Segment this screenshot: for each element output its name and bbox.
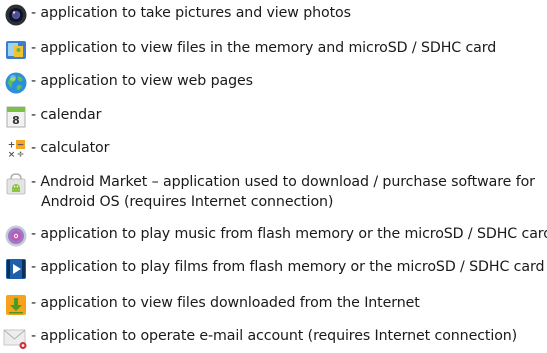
calc-times: ×	[8, 150, 16, 160]
item-description: - application to take pictures and view …	[31, 5, 351, 21]
list-item-music: - application to play music from flash m…	[0, 224, 547, 248]
item-description-cont: Android OS (requires Internet connection…	[41, 194, 334, 210]
calc-minus: −	[17, 141, 25, 151]
camera-icon	[3, 3, 29, 27]
item-description: - calculator	[31, 140, 110, 156]
list-item-video: - application to play films from flash m…	[0, 257, 547, 281]
item-description: - application to play music from flash m…	[31, 226, 547, 242]
calculator-icon: + − × ÷	[3, 138, 29, 162]
file-manager-icon	[3, 38, 29, 62]
item-description: - application to view files in the memor…	[31, 40, 497, 56]
browser-globe-icon	[3, 71, 29, 95]
downloads-icon	[3, 293, 29, 317]
item-description: - calendar	[31, 107, 102, 123]
email-icon	[3, 326, 29, 350]
calendar-day: 8	[12, 114, 20, 127]
list-item-browser: - application to view web pages	[0, 71, 547, 95]
music-disc-icon	[3, 224, 29, 248]
list-item-calendar: 8 - calendar	[0, 105, 547, 129]
calc-divide: ÷	[17, 150, 25, 160]
list-item-android-market: - Android Market – application used to d…	[0, 172, 547, 212]
app-icon-legend: - application to take pictures and view …	[0, 0, 547, 353]
list-item-camera: - application to take pictures and view …	[0, 3, 547, 27]
list-item-calculator: + − × ÷ - calculator	[0, 138, 547, 162]
list-item-email: - application to operate e-mail account …	[0, 326, 547, 350]
android-market-icon	[3, 172, 29, 196]
item-description: - application to operate e-mail account …	[31, 328, 518, 344]
item-description: - application to play films from flash m…	[31, 259, 545, 275]
item-description: - Android Market – application used to d…	[31, 174, 535, 190]
calendar-icon: 8	[3, 105, 29, 129]
calc-plus: +	[8, 141, 16, 151]
video-player-icon	[3, 257, 29, 281]
item-description: - application to view files downloaded f…	[31, 295, 420, 311]
item-description: - application to view web pages	[31, 73, 253, 89]
list-item-file-manager: - application to view files in the memor…	[0, 38, 547, 62]
list-item-downloads: - application to view files downloaded f…	[0, 293, 547, 317]
